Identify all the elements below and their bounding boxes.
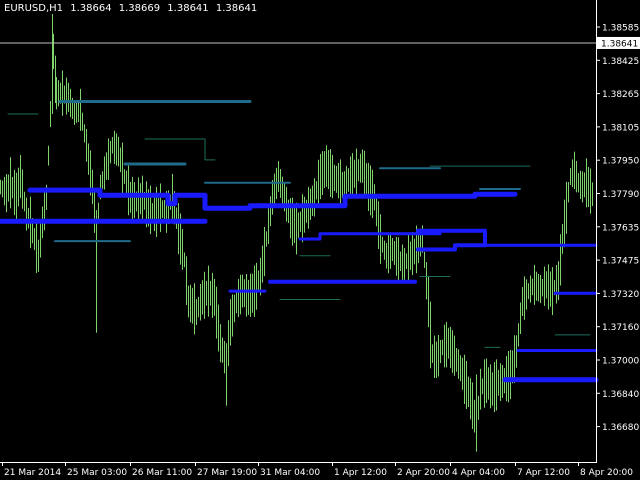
y-tick-label: 1.37635	[602, 223, 639, 233]
x-tick-label: 2 Apr 20:00	[397, 468, 450, 478]
x-tick-label: 31 Mar 04:00	[260, 468, 320, 478]
x-tick-label: 26 Mar 11:00	[132, 468, 192, 478]
x-tick-label: 4 Apr 04:00	[452, 468, 505, 478]
y-tick-label: 1.37160	[602, 323, 639, 333]
close-value: 1.38641	[215, 3, 258, 14]
x-tick-label: 8 Apr 20:00	[580, 468, 633, 478]
current-price-label: 1.38641	[601, 39, 638, 49]
symbol-label: EURUSD,H1	[4, 3, 64, 14]
low-value: 1.38641	[167, 3, 209, 14]
y-tick-label: 1.38425	[602, 57, 639, 67]
y-tick-label: 1.38585	[602, 24, 639, 34]
open-value: 1.38664	[70, 3, 112, 14]
y-tick-label: 1.37000	[602, 357, 639, 367]
x-tick-label: 21 Mar 2014	[4, 468, 61, 478]
x-tick-label: 1 Apr 12:00	[334, 468, 387, 478]
y-tick-label: 1.38265	[602, 90, 639, 100]
high-value: 1.38669	[118, 3, 161, 14]
chart-header: EURUSD,H1 1.38664 1.38669 1.38641 1.3864…	[4, 3, 261, 14]
price-chart[interactable]: 1.38585 1.38425 1.38265 1.38105 1.37950 1.377…	[0, 0, 640, 480]
x-tick-label: 25 Mar 03:00	[67, 468, 127, 478]
y-tick-label: 1.37475	[602, 257, 639, 267]
y-tick-label: 1.36680	[602, 423, 639, 433]
y-tick-label: 1.38105	[602, 123, 639, 133]
x-tick-label: 27 Mar 19:00	[197, 468, 257, 478]
y-tick-label: 1.37790	[602, 190, 639, 200]
y-tick-label: 1.36840	[602, 390, 639, 400]
y-tick-label: 1.37320	[602, 290, 639, 300]
chart-window[interactable]: 1.38585 1.38425 1.38265 1.38105 1.37950 1.377…	[0, 0, 640, 480]
y-tick-label: 1.37950	[602, 157, 639, 167]
x-tick-label: 7 Apr 12:00	[517, 468, 570, 478]
